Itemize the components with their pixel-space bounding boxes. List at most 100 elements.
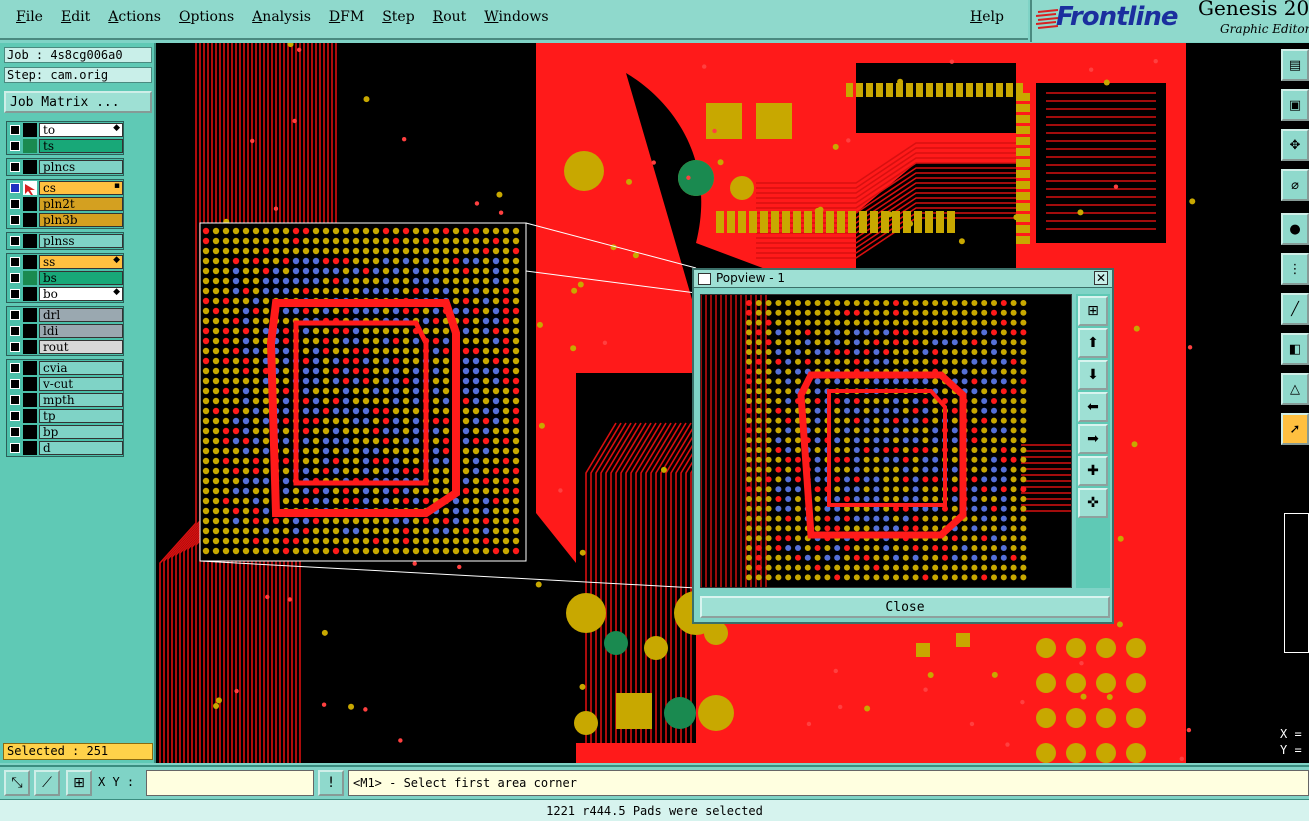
layer-row-v-cut[interactable]: v-cut: [7, 376, 123, 392]
edit-icon[interactable]: ▣: [1281, 89, 1309, 121]
menu-bar: File Edit Actions Options Analysis DFM S…: [0, 0, 1028, 40]
popview-board-view[interactable]: [701, 295, 1072, 588]
layer-name: d: [39, 441, 123, 455]
layer-row-drl[interactable]: drl: [7, 307, 123, 323]
popview-window: Popview - 1 ✕ ⊞ ⬆ ⬇ ⬅ ➡ ✚ ✜ Close: [692, 268, 1114, 624]
layer-checkbox[interactable]: [10, 236, 20, 246]
layer-row-cvia[interactable]: cvia: [7, 360, 123, 376]
selected-count: Selected : 251: [3, 743, 153, 760]
layer-row-to[interactable]: to ◆: [7, 122, 123, 138]
job-matrix-button[interactable]: Job Matrix ...: [4, 91, 152, 113]
layout-icon[interactable]: ▤: [1281, 49, 1309, 81]
layer-color-swatch: [23, 160, 37, 174]
layer-checkbox[interactable]: [10, 379, 20, 389]
layer-affected-icon: ◆: [113, 123, 120, 133]
layer-row-d[interactable]: d: [7, 440, 123, 456]
layer-checkbox[interactable]: [10, 215, 20, 225]
popview-titlebar[interactable]: Popview - 1 ✕: [694, 270, 1112, 288]
layer-row-ldi[interactable]: ldi: [7, 323, 123, 339]
layer-checkbox[interactable]: [10, 199, 20, 209]
popview-canvas[interactable]: [700, 294, 1072, 588]
zoom-home-icon[interactable]: ⊞: [1078, 296, 1108, 326]
layer-color-swatch: [23, 197, 37, 211]
menu-analysis[interactable]: Analysis: [242, 9, 319, 29]
xy-input[interactable]: [146, 770, 314, 796]
pan-left-icon[interactable]: ⬅: [1078, 392, 1108, 422]
menu-actions[interactable]: Actions: [98, 9, 169, 29]
layer-checkbox[interactable]: [10, 411, 20, 421]
layer-row-plncs[interactable]: plncs: [7, 159, 123, 175]
menu-file[interactable]: File: [6, 9, 51, 29]
pointer-icon[interactable]: ➚: [1281, 413, 1309, 445]
frontline-swoosh-icon: [1036, 9, 1058, 29]
layer-row-rout[interactable]: rout: [7, 339, 123, 355]
menu-windows[interactable]: Windows: [474, 9, 556, 29]
pad-icon[interactable]: ●: [1281, 213, 1309, 245]
layer-row-ss[interactable]: ss ◆: [7, 254, 123, 270]
window-menu-icon[interactable]: [698, 273, 711, 285]
layer-name: cvia: [39, 361, 123, 375]
pan-down-icon[interactable]: ⬇: [1078, 360, 1108, 390]
menu-step[interactable]: Step: [372, 9, 422, 29]
layer-checkbox[interactable]: [10, 395, 20, 405]
layer-row-bs[interactable]: bs: [7, 270, 123, 286]
layer-row-tp[interactable]: tp: [7, 408, 123, 424]
layer-color-swatch: [23, 287, 37, 301]
layer-color-swatch: [23, 271, 37, 285]
alert-icon[interactable]: !: [318, 770, 344, 796]
layer-checkbox[interactable]: [10, 363, 20, 373]
popview-close-button[interactable]: Close: [700, 596, 1110, 618]
menu-help[interactable]: Help: [960, 9, 1012, 29]
zoom-out-icon[interactable]: ✜: [1078, 488, 1108, 518]
line-icon[interactable]: ╱: [1281, 293, 1309, 325]
layer-checkbox[interactable]: [10, 443, 20, 453]
layer-checkbox[interactable]: [10, 141, 20, 151]
layer-row-pln2t[interactable]: pln2t: [7, 196, 123, 212]
right-toolbar: ▤ ▣ ✥ ⌀ ● ⋮ ╱ ◧ △ ➚ X = Y =: [1278, 43, 1309, 763]
close-icon[interactable]: ✕: [1094, 271, 1108, 285]
layer-color-swatch: [23, 324, 37, 338]
net-icon[interactable]: ⋮: [1281, 253, 1309, 285]
layer-row-ts[interactable]: ts: [7, 138, 123, 154]
menu-dfm[interactable]: DFM: [319, 9, 372, 29]
warning-icon[interactable]: △: [1281, 373, 1309, 405]
layer-checkbox[interactable]: [10, 326, 20, 336]
grid-icon[interactable]: ⊞: [66, 770, 92, 796]
zoom-window-icon[interactable]: ⤡: [4, 770, 30, 796]
layer-checkbox[interactable]: [10, 342, 20, 352]
measure-icon[interactable]: ⌀: [1281, 169, 1309, 201]
layer-name: plncs: [39, 160, 123, 174]
layer-name: rout: [39, 340, 123, 354]
layer-name: pln3b: [39, 213, 123, 227]
color-icon[interactable]: ◧: [1281, 333, 1309, 365]
move-icon[interactable]: ✥: [1281, 129, 1309, 161]
zoom-in-icon[interactable]: ✚: [1078, 456, 1108, 486]
menu-options[interactable]: Options: [169, 9, 242, 29]
layer-color-swatch: [23, 393, 37, 407]
layer-checkbox[interactable]: [10, 125, 20, 135]
layer-row-bp[interactable]: bp: [7, 424, 123, 440]
layer-checkbox[interactable]: [10, 257, 20, 267]
pan-up-icon[interactable]: ⬆: [1078, 328, 1108, 358]
layer-row-plnss[interactable]: plnss: [7, 233, 123, 249]
pan-right-icon[interactable]: ➡: [1078, 424, 1108, 454]
layer-row-pln3b[interactable]: pln3b: [7, 212, 123, 228]
layer-color-swatch: [23, 123, 37, 137]
layer-color-swatch: [23, 255, 37, 269]
layer-checkbox[interactable]: [10, 162, 20, 172]
layer-group: to ◆ ts: [6, 121, 124, 155]
snap-icon[interactable]: ⟋: [34, 770, 60, 796]
layer-color-swatch: [23, 377, 37, 391]
menu-edit[interactable]: Edit: [51, 9, 98, 29]
layer-name: v-cut: [39, 377, 123, 391]
layer-checkbox[interactable]: [10, 183, 20, 193]
layer-row-bo[interactable]: bo ◆: [7, 286, 123, 302]
layer-checkbox[interactable]: [10, 289, 20, 299]
layer-row-mpth[interactable]: mpth: [7, 392, 123, 408]
layer-row-cs[interactable]: cs ▪: [7, 180, 123, 196]
menu-rout[interactable]: Rout: [423, 9, 475, 29]
layer-checkbox[interactable]: [10, 310, 20, 320]
popview-title: Popview - 1: [716, 271, 785, 285]
layer-checkbox[interactable]: [10, 273, 20, 283]
layer-checkbox[interactable]: [10, 427, 20, 437]
